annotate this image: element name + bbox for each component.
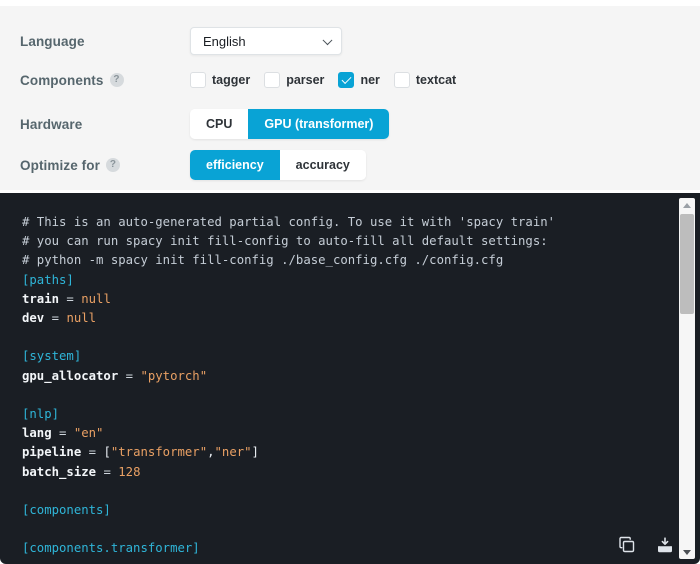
help-circle-icon[interactable]: ? [106, 158, 120, 172]
checkbox-ner[interactable]: ner [338, 72, 379, 88]
label-components: Components ? [0, 73, 190, 88]
checkbox-box-tagger[interactable] [190, 72, 206, 88]
label-hardware-text: Hardware [20, 117, 82, 132]
row-language: Language English [0, 20, 700, 62]
language-select-wrap: English [190, 27, 342, 55]
help-circle-icon[interactable]: ? [110, 73, 124, 87]
scroll-down-arrow-icon[interactable] [679, 545, 695, 559]
label-language: Language [0, 34, 190, 49]
config-code-panel: # This is an auto-generated partial conf… [0, 193, 700, 564]
spacy-config-generator: Language English Components ? [0, 0, 700, 564]
row-optimize-for: Optimize for ? efficiency accuracy [0, 148, 700, 182]
code-scrollbar[interactable] [679, 198, 695, 559]
code-scroll-area[interactable]: # This is an auto-generated partial conf… [0, 193, 676, 564]
scrollbar-thumb[interactable] [680, 214, 694, 314]
control-optimize-for: efficiency accuracy [190, 150, 700, 180]
label-hardware: Hardware [0, 117, 190, 132]
download-icon[interactable] [656, 536, 674, 554]
language-select[interactable]: English [190, 27, 342, 55]
optimize-toggle-group: efficiency accuracy [190, 150, 366, 180]
label-optimize-for: Optimize for ? [0, 158, 190, 173]
check-tick-icon [341, 74, 351, 84]
row-hardware: Hardware CPU GPU (transformer) [0, 106, 700, 142]
copy-icon[interactable] [618, 536, 636, 554]
config-code-text: # This is an auto-generated partial conf… [22, 213, 676, 559]
components-checkbox-group: tagger parser ner textcat [190, 72, 456, 88]
checkbox-box-ner[interactable] [338, 72, 354, 88]
control-components: tagger parser ner textcat [190, 72, 700, 88]
optimize-option-efficiency[interactable]: efficiency [190, 150, 280, 180]
settings-panel: Language English Components ? [0, 6, 700, 190]
checkbox-label-tagger: tagger [212, 73, 250, 87]
checkbox-label-parser: parser [286, 73, 324, 87]
hardware-option-cpu[interactable]: CPU [190, 109, 248, 139]
control-hardware: CPU GPU (transformer) [190, 109, 700, 139]
control-language: English [190, 27, 700, 55]
checkbox-label-textcat: textcat [416, 73, 456, 87]
label-optimize-for-text: Optimize for [20, 158, 100, 173]
code-action-bar [618, 536, 674, 554]
checkbox-box-textcat[interactable] [394, 72, 410, 88]
label-language-text: Language [20, 34, 85, 49]
checkbox-parser[interactable]: parser [264, 72, 324, 88]
label-components-text: Components [20, 73, 104, 88]
checkbox-box-parser[interactable] [264, 72, 280, 88]
hardware-toggle-group: CPU GPU (transformer) [190, 109, 389, 139]
row-components: Components ? tagger parser ner [0, 64, 700, 96]
checkbox-label-ner: ner [360, 73, 379, 87]
checkbox-tagger[interactable]: tagger [190, 72, 250, 88]
checkbox-textcat[interactable]: textcat [394, 72, 456, 88]
optimize-option-accuracy[interactable]: accuracy [280, 150, 366, 180]
scroll-up-arrow-icon[interactable] [679, 198, 695, 212]
hardware-option-gpu[interactable]: GPU (transformer) [248, 109, 389, 139]
